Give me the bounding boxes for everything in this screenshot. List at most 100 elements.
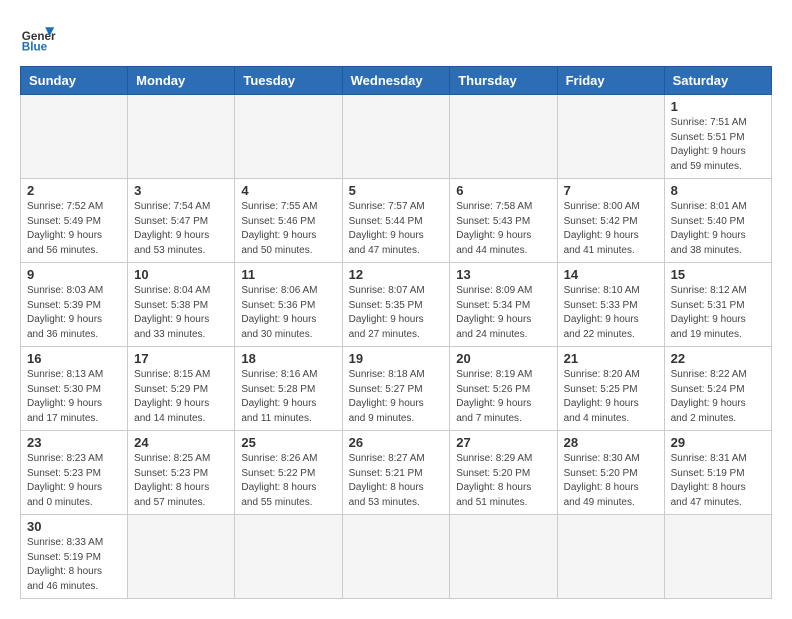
week-row-3: 9 Sunrise: 8:03 AM Sunset: 5:39 PM Daylig… — [21, 263, 772, 347]
day-number: 19 — [349, 351, 444, 366]
weekday-header-tuesday: Tuesday — [235, 67, 342, 95]
day-info: Sunrise: 8:09 AM Sunset: 5:34 PM Dayligh… — [456, 284, 550, 342]
day-number: 17 — [134, 351, 228, 366]
calendar-cell: 30 Sunrise: 8:33 AM Sunset: 5:19 PM Dayli… — [21, 515, 128, 599]
day-info: Sunrise: 8:30 AM Sunset: 5:20 PM Dayligh… — [564, 452, 658, 510]
weekday-header-wednesday: Wednesday — [342, 67, 450, 95]
week-row-6: 30 Sunrise: 8:33 AM Sunset: 5:19 PM Dayli… — [21, 515, 772, 599]
svg-text:Blue: Blue — [22, 41, 48, 54]
weekday-header-saturday: Saturday — [664, 67, 771, 95]
calendar-cell — [128, 515, 235, 599]
calendar-cell: 3 Sunrise: 7:54 AM Sunset: 5:47 PM Daylig… — [128, 179, 235, 263]
day-info: Sunrise: 8:03 AM Sunset: 5:39 PM Dayligh… — [27, 284, 121, 342]
day-info: Sunrise: 8:31 AM Sunset: 5:19 PM Dayligh… — [671, 452, 765, 510]
calendar-cell: 26 Sunrise: 8:27 AM Sunset: 5:21 PM Dayli… — [342, 431, 450, 515]
calendar-cell — [342, 95, 450, 179]
calendar-cell: 15Sunrise: 8:12 AM Sunset: 5:31 PM Dayli… — [664, 263, 771, 347]
calendar-cell — [342, 515, 450, 599]
calendar-cell: 25 Sunrise: 8:26 AM Sunset: 5:22 PM Dayli… — [235, 431, 342, 515]
day-info: Sunrise: 8:18 AM Sunset: 5:27 PM Dayligh… — [349, 368, 444, 426]
calendar-cell: 22Sunrise: 8:22 AM Sunset: 5:24 PM Dayli… — [664, 347, 771, 431]
calendar-cell — [557, 515, 664, 599]
day-number: 5 — [349, 183, 444, 198]
page-header: General Blue — [20, 20, 772, 56]
calendar-cell — [664, 515, 771, 599]
calendar-cell: 6 Sunrise: 7:58 AM Sunset: 5:43 PM Daylig… — [450, 179, 557, 263]
day-number: 2 — [27, 183, 121, 198]
calendar-cell: 21 Sunrise: 8:20 AM Sunset: 5:25 PM Dayli… — [557, 347, 664, 431]
day-info: Sunrise: 8:06 AM Sunset: 5:36 PM Dayligh… — [241, 284, 335, 342]
week-row-5: 23 Sunrise: 8:23 AM Sunset: 5:23 PM Dayli… — [21, 431, 772, 515]
day-info: Sunrise: 8:26 AM Sunset: 5:22 PM Dayligh… — [241, 452, 335, 510]
day-number: 4 — [241, 183, 335, 198]
day-number: 26 — [349, 435, 444, 450]
day-number: 30 — [27, 519, 121, 534]
calendar-cell: 2 Sunrise: 7:52 AM Sunset: 5:49 PM Daylig… — [21, 179, 128, 263]
calendar-cell: 20Sunrise: 8:19 AM Sunset: 5:26 PM Dayli… — [450, 347, 557, 431]
day-number: 11 — [241, 267, 335, 282]
day-number: 1 — [671, 99, 765, 114]
calendar-cell: 24Sunrise: 8:25 AM Sunset: 5:23 PM Dayli… — [128, 431, 235, 515]
calendar-cell: 18Sunrise: 8:16 AM Sunset: 5:28 PM Dayli… — [235, 347, 342, 431]
day-number: 21 — [564, 351, 658, 366]
calendar-cell: 14Sunrise: 8:10 AM Sunset: 5:33 PM Dayli… — [557, 263, 664, 347]
day-info: Sunrise: 8:04 AM Sunset: 5:38 PM Dayligh… — [134, 284, 228, 342]
day-info: Sunrise: 8:23 AM Sunset: 5:23 PM Dayligh… — [27, 452, 121, 510]
calendar-cell: 29 Sunrise: 8:31 AM Sunset: 5:19 PM Dayli… — [664, 431, 771, 515]
day-info: Sunrise: 8:27 AM Sunset: 5:21 PM Dayligh… — [349, 452, 444, 510]
day-number: 23 — [27, 435, 121, 450]
day-info: Sunrise: 7:52 AM Sunset: 5:49 PM Dayligh… — [27, 200, 121, 258]
day-info: Sunrise: 8:00 AM Sunset: 5:42 PM Dayligh… — [564, 200, 658, 258]
day-info: Sunrise: 7:57 AM Sunset: 5:44 PM Dayligh… — [349, 200, 444, 258]
day-info: Sunrise: 8:33 AM Sunset: 5:19 PM Dayligh… — [27, 536, 121, 594]
day-number: 29 — [671, 435, 765, 450]
day-number: 10 — [134, 267, 228, 282]
calendar-cell: 8Sunrise: 8:01 AM Sunset: 5:40 PM Daylig… — [664, 179, 771, 263]
calendar-cell: 10 Sunrise: 8:04 AM Sunset: 5:38 PM Dayli… — [128, 263, 235, 347]
calendar-cell: 1 Sunrise: 7:51 AM Sunset: 5:51 PM Daylig… — [664, 95, 771, 179]
day-number: 27 — [456, 435, 550, 450]
day-number: 25 — [241, 435, 335, 450]
calendar-cell — [557, 95, 664, 179]
day-info: Sunrise: 8:07 AM Sunset: 5:35 PM Dayligh… — [349, 284, 444, 342]
weekday-header-monday: Monday — [128, 67, 235, 95]
day-info: Sunrise: 7:58 AM Sunset: 5:43 PM Dayligh… — [456, 200, 550, 258]
week-row-4: 16Sunrise: 8:13 AM Sunset: 5:30 PM Dayli… — [21, 347, 772, 431]
day-info: Sunrise: 8:19 AM Sunset: 5:26 PM Dayligh… — [456, 368, 550, 426]
weekday-header-thursday: Thursday — [450, 67, 557, 95]
day-number: 7 — [564, 183, 658, 198]
calendar-cell: 11 Sunrise: 8:06 AM Sunset: 5:36 PM Dayli… — [235, 263, 342, 347]
day-number: 28 — [564, 435, 658, 450]
calendar-cell — [128, 95, 235, 179]
day-number: 22 — [671, 351, 765, 366]
weekday-header-row: SundayMondayTuesdayWednesdayThursdayFrid… — [21, 67, 772, 95]
calendar-cell: 19 Sunrise: 8:18 AM Sunset: 5:27 PM Dayli… — [342, 347, 450, 431]
weekday-header-friday: Friday — [557, 67, 664, 95]
day-info: Sunrise: 8:01 AM Sunset: 5:40 PM Dayligh… — [671, 200, 765, 258]
day-number: 15 — [671, 267, 765, 282]
day-number: 12 — [349, 267, 444, 282]
calendar-cell: 28 Sunrise: 8:30 AM Sunset: 5:20 PM Dayli… — [557, 431, 664, 515]
logo-icon: General Blue — [20, 20, 56, 56]
day-info: Sunrise: 8:15 AM Sunset: 5:29 PM Dayligh… — [134, 368, 228, 426]
week-row-2: 2 Sunrise: 7:52 AM Sunset: 5:49 PM Daylig… — [21, 179, 772, 263]
week-row-1: 1 Sunrise: 7:51 AM Sunset: 5:51 PM Daylig… — [21, 95, 772, 179]
calendar-cell — [21, 95, 128, 179]
day-number: 24 — [134, 435, 228, 450]
day-number: 9 — [27, 267, 121, 282]
day-info: Sunrise: 8:29 AM Sunset: 5:20 PM Dayligh… — [456, 452, 550, 510]
day-info: Sunrise: 7:55 AM Sunset: 5:46 PM Dayligh… — [241, 200, 335, 258]
calendar-cell: 5 Sunrise: 7:57 AM Sunset: 5:44 PM Daylig… — [342, 179, 450, 263]
day-number: 13 — [456, 267, 550, 282]
calendar-cell — [450, 95, 557, 179]
day-info: Sunrise: 7:51 AM Sunset: 5:51 PM Dayligh… — [671, 116, 765, 174]
calendar-cell: 12 Sunrise: 8:07 AM Sunset: 5:35 PM Dayli… — [342, 263, 450, 347]
day-info: Sunrise: 7:54 AM Sunset: 5:47 PM Dayligh… — [134, 200, 228, 258]
calendar-cell: 9 Sunrise: 8:03 AM Sunset: 5:39 PM Daylig… — [21, 263, 128, 347]
day-number: 6 — [456, 183, 550, 198]
calendar-cell: 23 Sunrise: 8:23 AM Sunset: 5:23 PM Dayli… — [21, 431, 128, 515]
calendar-cell: 27 Sunrise: 8:29 AM Sunset: 5:20 PM Dayli… — [450, 431, 557, 515]
calendar-cell: 7 Sunrise: 8:00 AM Sunset: 5:42 PM Daylig… — [557, 179, 664, 263]
day-info: Sunrise: 8:20 AM Sunset: 5:25 PM Dayligh… — [564, 368, 658, 426]
day-number: 3 — [134, 183, 228, 198]
